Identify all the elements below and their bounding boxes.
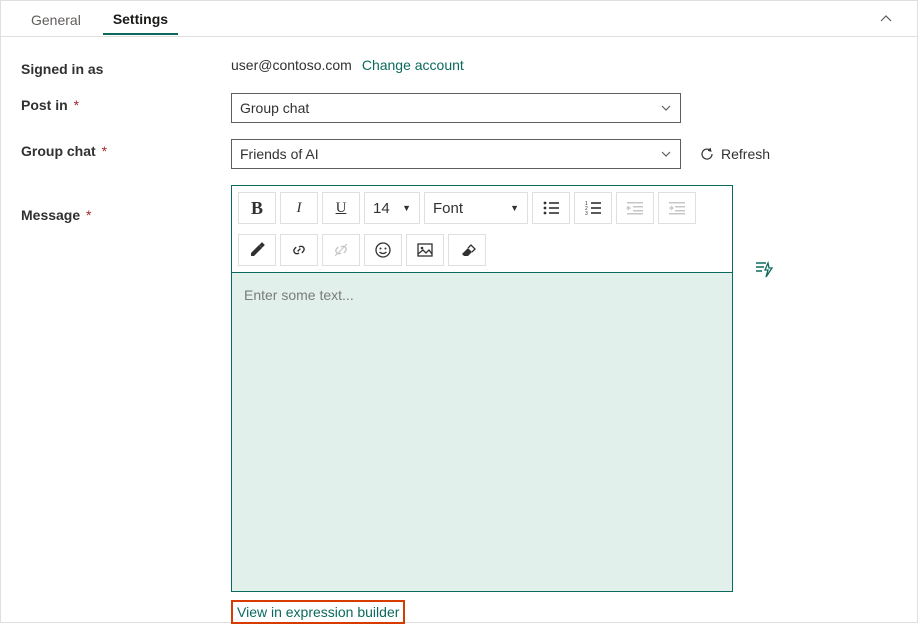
group-chat-select[interactable]: Friends of AI	[231, 139, 681, 169]
eraser-icon	[458, 241, 476, 259]
svg-text:3: 3	[585, 211, 588, 216]
editor-toolbar: B I U 14▼ Font▼	[232, 186, 732, 273]
required-mark: *	[102, 143, 107, 159]
outdent-button[interactable]	[616, 192, 654, 224]
group-chat-label: Group chat	[21, 143, 96, 159]
unlink-button[interactable]	[322, 234, 360, 266]
indent-icon	[668, 200, 686, 216]
message-textarea[interactable]: Enter some text...	[232, 273, 732, 591]
tab-general[interactable]: General	[21, 4, 91, 34]
required-mark: *	[74, 97, 79, 113]
message-label: Message	[21, 207, 80, 223]
chevron-down-icon	[660, 102, 672, 114]
bullet-list-icon	[542, 200, 560, 216]
unlink-icon	[332, 241, 350, 259]
view-expression-builder-link[interactable]: View in expression builder	[231, 600, 405, 624]
link-button[interactable]	[280, 234, 318, 266]
color-picker-button[interactable]	[238, 234, 276, 266]
number-list-button[interactable]: 1 2 3	[574, 192, 612, 224]
dynamic-content-button[interactable]	[754, 259, 774, 279]
change-account-link[interactable]: Change account	[362, 57, 464, 73]
refresh-button[interactable]: Refresh	[699, 146, 770, 162]
post-in-select[interactable]: Group chat	[231, 93, 681, 123]
italic-button[interactable]: I	[280, 192, 318, 224]
underline-button[interactable]: U	[322, 192, 360, 224]
post-in-value: Group chat	[240, 100, 309, 116]
emoji-icon	[374, 241, 392, 259]
tab-settings[interactable]: Settings	[103, 3, 178, 35]
caret-down-icon: ▼	[402, 203, 411, 213]
image-icon	[416, 241, 434, 259]
post-in-label: Post in	[21, 97, 68, 113]
signed-in-label: Signed in as	[21, 57, 231, 77]
eraser-button[interactable]	[448, 234, 486, 266]
chevron-down-icon	[660, 148, 672, 160]
caret-down-icon: ▼	[510, 203, 519, 213]
lightning-icon	[754, 259, 774, 279]
image-button[interactable]	[406, 234, 444, 266]
group-chat-value: Friends of AI	[240, 146, 319, 162]
bold-button[interactable]: B	[238, 192, 276, 224]
emoji-button[interactable]	[364, 234, 402, 266]
collapse-button[interactable]	[875, 8, 897, 30]
outdent-icon	[626, 200, 644, 216]
refresh-icon	[699, 146, 715, 162]
font-size-select[interactable]: 14▼	[364, 192, 420, 224]
message-editor: B I U 14▼ Font▼	[231, 185, 733, 592]
number-list-icon: 1 2 3	[584, 200, 602, 216]
required-mark: *	[86, 207, 91, 223]
refresh-label: Refresh	[721, 146, 770, 162]
chevron-up-icon	[879, 12, 893, 26]
bullet-list-button[interactable]	[532, 192, 570, 224]
link-icon	[290, 241, 308, 259]
signed-in-value: user@contoso.com	[231, 57, 352, 73]
font-family-select[interactable]: Font▼	[424, 192, 528, 224]
eyedropper-icon	[248, 241, 266, 259]
indent-button[interactable]	[658, 192, 696, 224]
